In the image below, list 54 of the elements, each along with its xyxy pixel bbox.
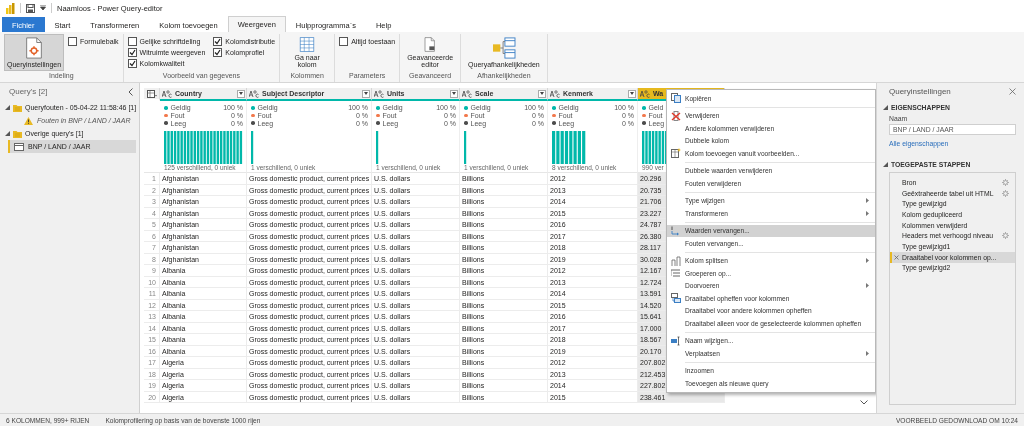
copy-icon: [671, 93, 681, 104]
replace-arrow-icon: [671, 225, 681, 236]
dropdown-button[interactable]: [450, 89, 458, 98]
group-rows-icon: [671, 268, 681, 279]
split-column-icon: [671, 255, 681, 266]
text-type-icon: [249, 89, 259, 98]
rename-field-icon: [671, 335, 681, 346]
delete-icon[interactable]: [894, 254, 899, 260]
bar-chart-logo-icon: [6, 2, 15, 14]
caret-icon: [364, 92, 368, 95]
checkbox[interactable]: [339, 37, 349, 46]
dropdown-button[interactable]: [628, 89, 636, 98]
unpivot-table-icon: [671, 293, 681, 304]
close-icon[interactable]: [1009, 88, 1016, 95]
pane-title: Queryinstellingen: [889, 87, 951, 96]
warning-icon: [24, 116, 33, 125]
caret-icon[interactable]: [40, 5, 46, 11]
text-type-icon: [162, 89, 172, 98]
histogram-drawing: [376, 131, 379, 164]
text-type-icon: [640, 89, 650, 98]
folder-icon: [13, 103, 22, 112]
expand-toggle-icon[interactable]: [883, 105, 888, 110]
caret-icon: [630, 92, 634, 95]
collapse-icon[interactable]: [128, 87, 133, 96]
remove-column-icon: [671, 110, 681, 121]
checkbox[interactable]: [127, 59, 137, 68]
save-icon[interactable]: [26, 3, 35, 13]
pane-title: Query's [2]: [9, 87, 48, 96]
dropdown-button[interactable]: [237, 89, 245, 98]
histogram-drawing: [464, 131, 467, 164]
dependency-diagram-icon: [490, 37, 517, 59]
dropdown-button[interactable]: [538, 89, 546, 98]
expand-toggle-icon[interactable]: [5, 131, 10, 136]
checkbox[interactable]: [213, 37, 223, 46]
dropdown-button[interactable]: [362, 89, 370, 98]
folder-icon: [13, 129, 22, 138]
checkbox[interactable]: [127, 48, 137, 57]
histogram-drawing: [251, 131, 254, 164]
checkbox[interactable]: [213, 48, 223, 57]
text-type-icon: [374, 89, 384, 98]
text-type-icon: [462, 89, 472, 98]
expand-toggle-icon[interactable]: [883, 162, 888, 167]
caret-icon: [452, 92, 456, 95]
caret-icon: [239, 92, 243, 95]
table-sparkle-icon: [671, 148, 681, 159]
checkbox[interactable]: [68, 37, 78, 46]
text-type-icon: [550, 89, 560, 98]
caret-icon: [540, 92, 544, 95]
chevron-down-icon[interactable]: [860, 400, 868, 405]
table-icon: [14, 142, 24, 151]
histogram-drawing: [552, 131, 587, 164]
checkbox[interactable]: [127, 37, 137, 46]
expand-toggle-icon[interactable]: [5, 105, 10, 110]
table-menu-icon[interactable]: [146, 89, 157, 98]
